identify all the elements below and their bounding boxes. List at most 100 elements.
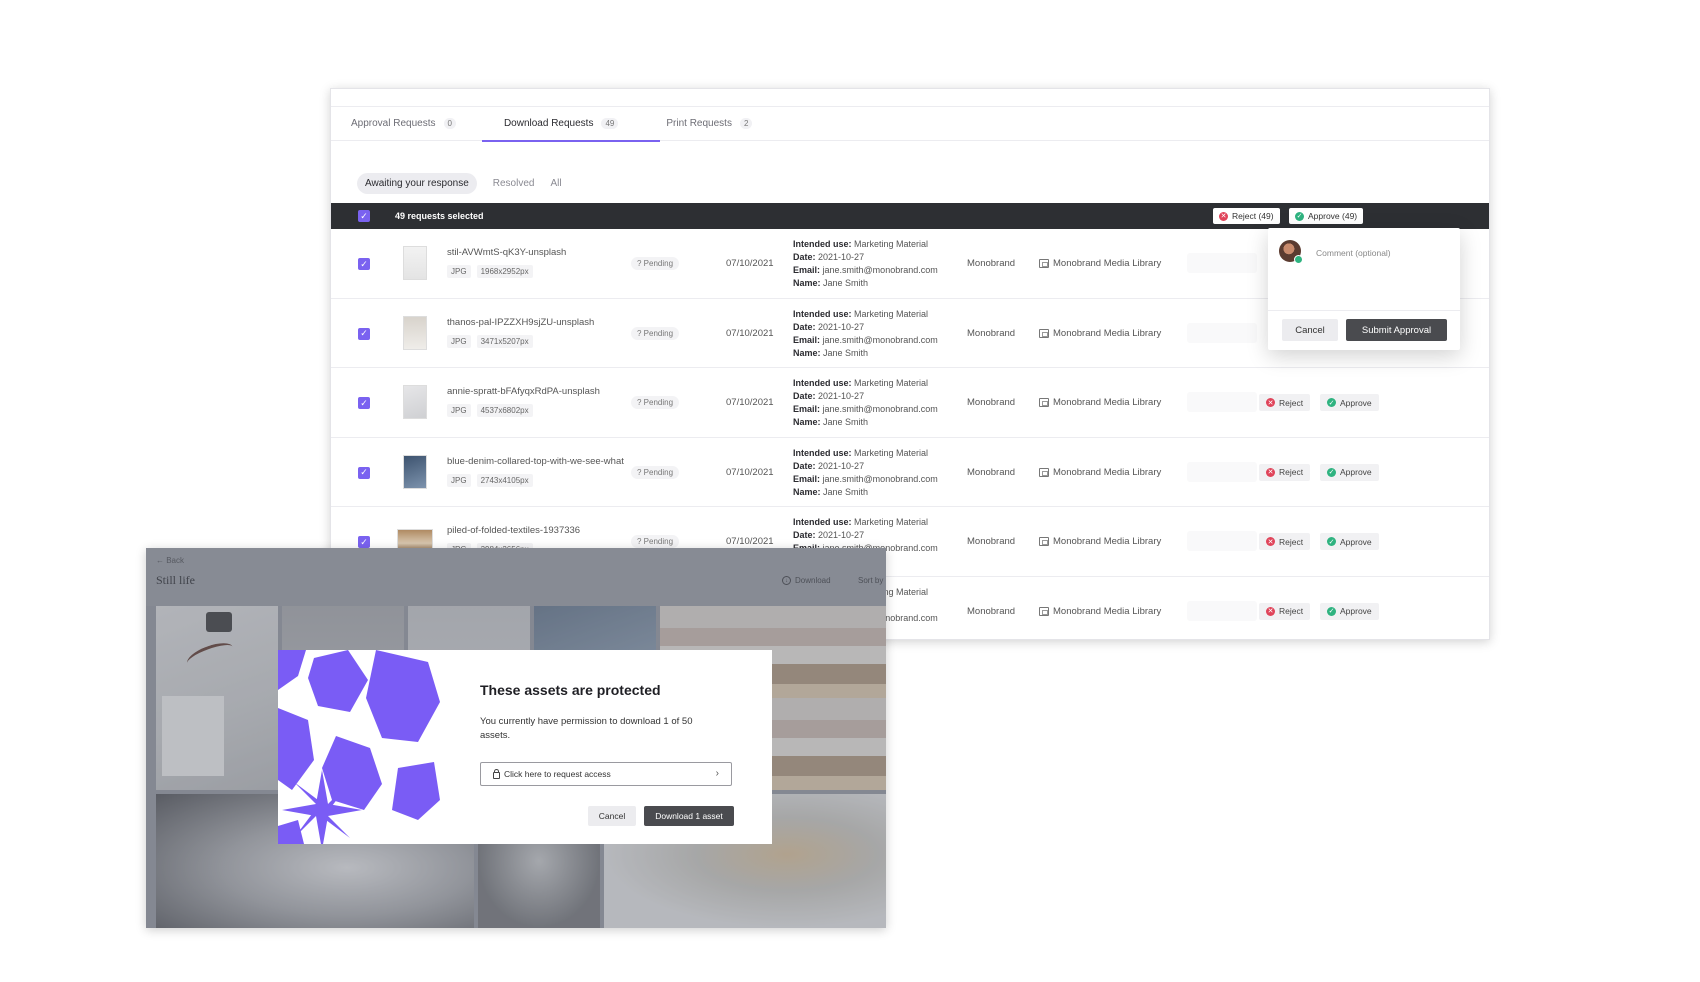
cancel-button[interactable]: Cancel [588,806,636,826]
library-icon [1039,467,1049,477]
filter-awaiting[interactable]: Awaiting your response [357,172,477,194]
approve-icon: ✓ [1327,537,1336,547]
intended-use-value: Marketing Material [854,378,929,389]
approve-button[interactable]: ✓ Approve [1320,602,1379,620]
tab-download-requests[interactable]: Download Requests 49 [481,107,661,142]
asset-thumbnail [403,246,427,280]
name-label: Name: [793,278,821,288]
library-icon [1039,328,1049,338]
submit-approval-button[interactable]: Submit Approval [1346,319,1447,341]
file-name[interactable]: stil-AVWmtS-qK3Y-unsplash [447,247,566,258]
intended-use: Intended use: Marketing Material [793,308,938,321]
approve-button[interactable]: ✓ Approve [1320,533,1379,551]
intended-use-label: Intended use: [793,517,852,528]
asset-thumbnail [403,385,427,420]
date-label: Date: [793,460,816,471]
reject-label: Reject [1279,536,1304,547]
reject-button[interactable]: ✕ Reject [1259,394,1311,412]
top-strip [331,89,1489,107]
status-label: Pending [643,259,674,268]
library-link[interactable]: Monobrand Media Library [1039,328,1161,339]
library-link[interactable]: Monobrand Media Library [1039,397,1161,408]
photo-detail [206,612,232,632]
reject-button[interactable]: ✕ Reject [1259,533,1311,551]
reject-button[interactable]: ✕ Reject [1259,602,1311,620]
select-all-checkbox[interactable]: ✓ [358,210,370,222]
photo-detail [184,638,236,672]
file-type: JPG [447,265,471,278]
row-checkbox[interactable]: ✓ [358,258,370,270]
date-value: 2021-10-27 [818,252,865,262]
status-badge: ? Pending [631,326,680,340]
download-asset-button[interactable]: Download 1 asset [644,806,734,826]
approve-icon: ✓ [1327,467,1336,477]
row-checkbox[interactable]: ✓ [358,536,370,549]
approval-comment-popover: Comment (optional) Cancel Submit Approva… [1268,228,1460,350]
library-icon [1039,259,1049,268]
row-checkbox[interactable]: ✓ [358,466,370,479]
reject-icon: ✕ [1266,537,1275,547]
row-checkbox[interactable]: ✓ [358,397,370,410]
approve-icon: ✓ [1295,211,1304,221]
page-title: Still life [156,573,195,587]
intended-use-value: Marketing Material [854,517,929,528]
placeholder-cell [1187,531,1257,552]
comment-input[interactable]: Comment (optional) [1316,248,1391,258]
file-meta: JPG 1968x2952px [447,265,533,278]
file-dimensions: 4537x6802px [476,404,533,418]
library-link[interactable]: Monobrand Media Library [1039,606,1161,617]
file-name[interactable]: thanos-pal-IPZZXH9sjZU-unsplash [447,317,594,328]
brand-name: Monobrand [967,605,1016,617]
table-row[interactable]: ✓ annie-spratt-bFAfyqxRdPA-unsplash JPG 453… [331,368,1489,438]
reject-icon: ✕ [1266,606,1275,616]
status-badge: ? Pending [631,535,680,549]
email-value: jane.smith@monobrand.com [822,404,938,415]
tab-approval-requests[interactable]: Approval Requests 0 [349,107,458,141]
file-type: JPG [447,473,471,487]
request-info: Intended use: Marketing Material Date: 20… [793,308,938,360]
bulk-reject-button[interactable]: ✕ Reject (49) [1213,208,1280,224]
brand-name: Monobrand [967,536,1016,548]
email-label: Email: [793,473,821,484]
tab-print-requests[interactable]: Print Requests 2 [664,107,754,141]
bulk-approve-button[interactable]: ✓ Approve (49) [1289,208,1364,224]
library-link[interactable]: Monobrand Media Library [1039,258,1161,269]
request-info: Intended use: Marketing Material Date: 20… [793,238,938,290]
library-link[interactable]: Monobrand Media Library [1039,467,1161,478]
email-label: Email: [793,334,821,345]
file-name[interactable]: piled-of-folded-textiles-1937336 [447,525,580,536]
file-dimensions: 1968x2952px [476,265,533,278]
file-name[interactable]: annie-spratt-bFAfyqxRdPA-unsplash [447,386,600,397]
reject-button[interactable]: ✕ Reject [1259,463,1311,481]
reject-icon: ✕ [1266,467,1275,477]
back-link[interactable]: ← Back [156,556,184,565]
filter-all[interactable]: All [550,178,561,189]
date-label: Date: [793,321,816,332]
still-life-header: ← Back Still life ↓ Download Sort by [146,548,886,606]
approve-button[interactable]: ✓ Approve [1320,394,1379,412]
date-value: 2021-10-27 [818,530,865,541]
filter-resolved[interactable]: Resolved [493,178,535,189]
request-access-button[interactable]: Click here to request access › [480,762,732,786]
photo-tile[interactable] [156,606,278,790]
library-name: Monobrand Media Library [1053,327,1162,339]
row-checkbox[interactable]: ✓ [358,327,370,340]
sort-button[interactable]: Sort by [858,576,883,585]
table-row[interactable]: ✓ blue-denim-collared-top-with-we-see-wha… [331,438,1489,508]
library-link[interactable]: Monobrand Media Library [1039,536,1161,547]
placeholder-cell [1187,461,1257,482]
file-name[interactable]: blue-denim-collared-top-with-we-see-what [447,456,624,467]
library-icon [1039,398,1049,408]
cancel-button[interactable]: Cancel [1282,319,1338,341]
download-button[interactable]: ↓ Download [782,576,831,585]
approve-label: Approve [1340,536,1372,547]
status-label: Pending [643,328,674,338]
date-label: Date: [793,391,816,402]
date-value: 2021-10-27 [818,391,865,402]
name-value: Jane Smith [823,417,869,428]
approve-button[interactable]: ✓ Approve [1320,463,1379,481]
email-value: jane.smith@monobrand.com [822,473,938,484]
request-tabs: Approval Requests 0 Download Requests 49 P… [331,107,1489,142]
requester-name: Name: Jane Smith [793,347,938,360]
requester-email: Email: jane.smith@monobrand.com [793,334,938,347]
